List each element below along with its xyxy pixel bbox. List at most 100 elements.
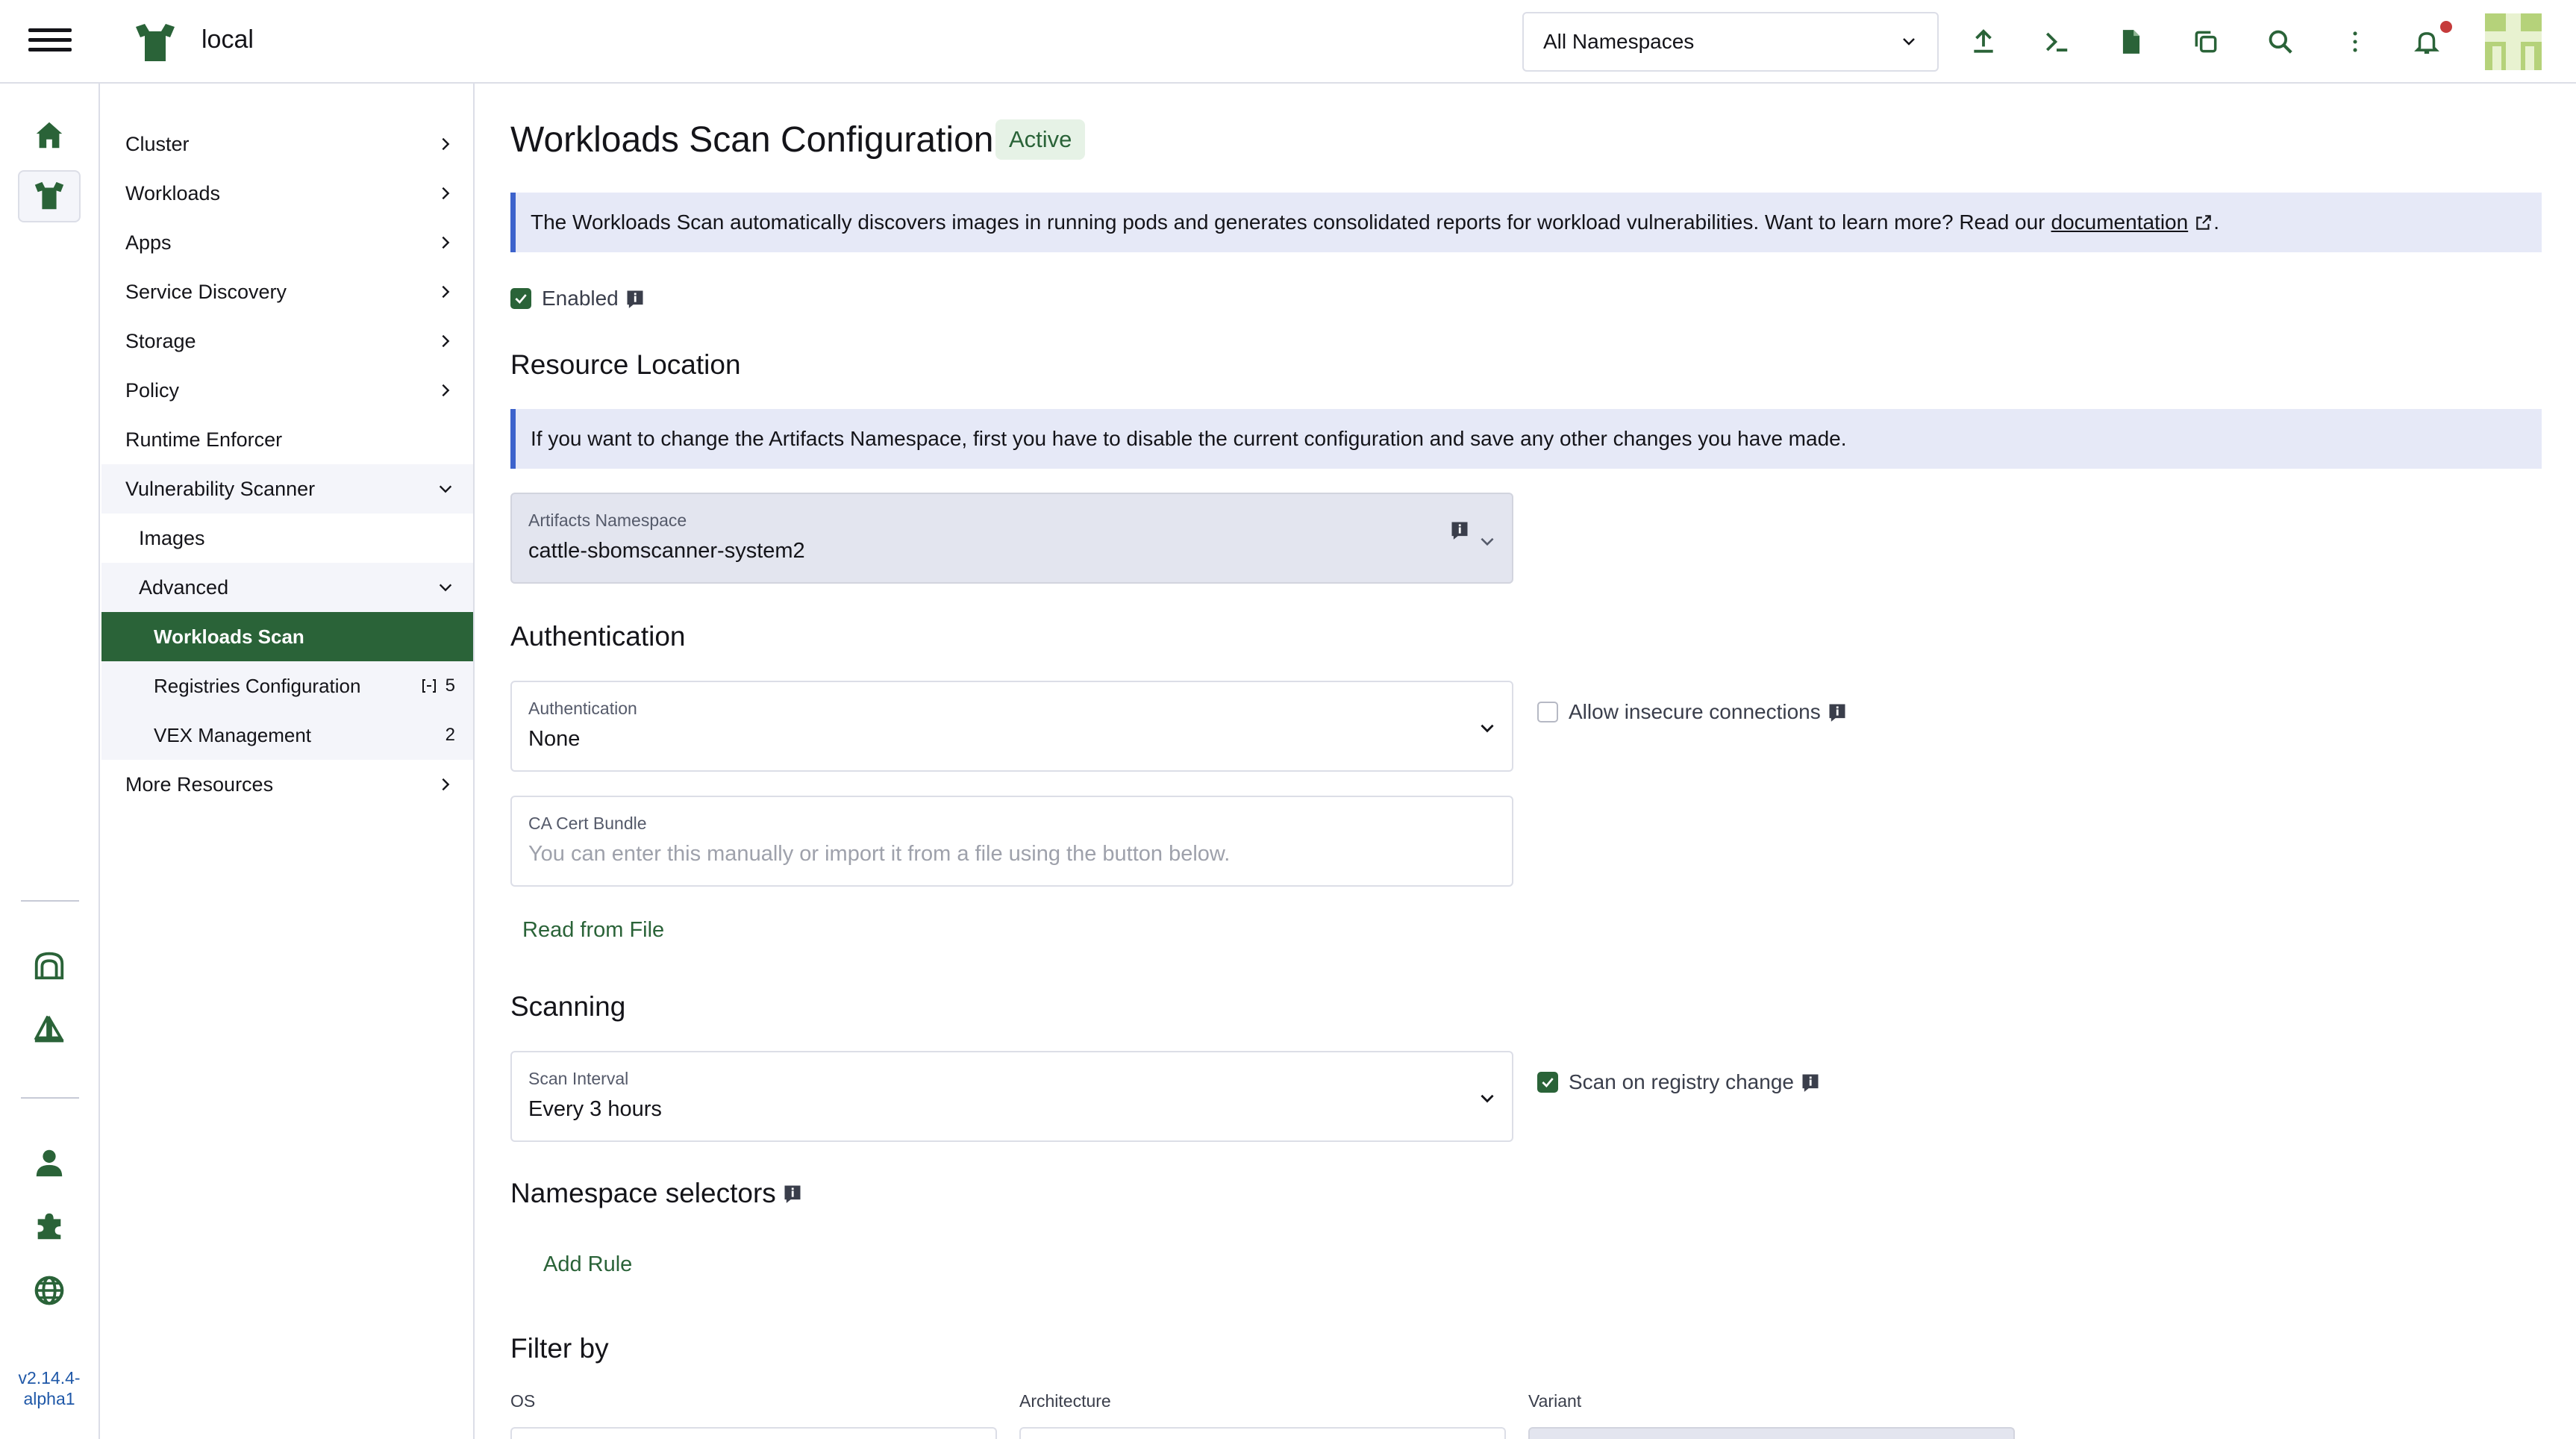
chevron-down-icon	[1481, 724, 1494, 733]
main-content: Workloads Scan Configuration Active The …	[476, 84, 2576, 1439]
insecure-connections-row: Allow insecure connections	[1537, 700, 1848, 724]
os-filter-select[interactable]	[510, 1427, 997, 1439]
artifacts-namespace-select[interactable]: Artifacts Namespace cattle-sbomscanner-s…	[510, 493, 1513, 584]
external-link-icon	[2196, 215, 2211, 230]
authentication-label: Authentication	[528, 699, 637, 718]
chevron-right-icon	[442, 187, 450, 200]
chevron-right-icon	[442, 236, 450, 249]
variant-filter-select[interactable]	[1528, 1427, 2015, 1439]
kubectl-shell-icon[interactable]	[2037, 22, 2076, 61]
sidebar-item-label: Policy	[125, 378, 180, 402]
version-label[interactable]: v2.14.4- alpha1	[0, 1367, 99, 1409]
apps-sailboat-icon[interactable]	[18, 1005, 81, 1057]
cluster-local-icon[interactable]	[18, 170, 81, 222]
scan-on-registry-change-row: Scan on registry change	[1537, 1070, 1821, 1094]
documentation-link[interactable]: documentation	[2051, 210, 2214, 234]
sidebar-item-workloads[interactable]: Workloads	[101, 169, 473, 218]
allow-insecure-label: Allow insecure connections	[1569, 700, 1821, 723]
banner-period: .	[2213, 210, 2219, 234]
os-filter-label: OS	[510, 1391, 536, 1411]
rail-divider	[21, 900, 79, 902]
users-icon[interactable]	[18, 1136, 81, 1188]
chevron-down-icon	[1903, 38, 1915, 46]
info-icon[interactable]	[782, 1183, 803, 1204]
architecture-filter-label: Architecture	[1019, 1391, 1111, 1411]
sidebar-item-images[interactable]: Images	[101, 514, 473, 563]
sidebar-item-label: Vulnerability Scanner	[125, 477, 316, 500]
menu-icon[interactable]	[28, 22, 72, 61]
home-icon[interactable]	[18, 109, 81, 161]
sidebar-item-label: Workloads	[125, 181, 221, 205]
chevron-down-icon	[1481, 537, 1494, 546]
notification-dot	[2440, 21, 2452, 33]
sidebar-item-advanced[interactable]: Advanced	[101, 563, 473, 612]
sidebar-item-label: Cluster	[125, 132, 190, 155]
chevron-down-icon	[1481, 1094, 1494, 1103]
info-icon[interactable]	[1449, 519, 1470, 540]
more-actions-icon[interactable]	[2336, 22, 2375, 61]
ca-cert-bundle-field[interactable]: CA Cert Bundle You can enter this manual…	[510, 796, 1513, 887]
sidebar-item-vex-management[interactable]: VEX Management 2	[101, 711, 473, 760]
copy-kubeconfig-icon[interactable]	[2186, 22, 2225, 61]
extensions-puzzle-icon[interactable]	[18, 1200, 81, 1252]
authentication-select[interactable]: Authentication None	[510, 681, 1513, 772]
enabled-checkbox[interactable]	[510, 288, 531, 309]
sidebar-item-label: Service Discovery	[125, 280, 287, 303]
namespace-filter-select[interactable]: All Namespaces	[1522, 12, 1939, 72]
search-icon[interactable]	[2261, 22, 2300, 61]
cluster-logo-icon	[136, 24, 175, 61]
sidebar-item-service-discovery[interactable]: Service Discovery	[101, 267, 473, 316]
add-rule-button[interactable]: Add Rule	[543, 1252, 632, 1277]
chevron-right-icon	[442, 334, 450, 348]
namespaced-resource-icon	[422, 679, 436, 693]
info-icon[interactable]	[1827, 702, 1848, 722]
app-rail: v2.14.4- alpha1	[0, 84, 100, 1439]
sidebar-item-vulnerability-scanner[interactable]: Vulnerability Scanner	[101, 464, 473, 514]
sidebar-item-runtime-enforcer[interactable]: Runtime Enforcer	[101, 415, 473, 464]
scan-interval-label: Scan Interval	[528, 1069, 629, 1088]
checkmark-icon	[1542, 1078, 1554, 1087]
sidebar-item-label: Workloads Scan	[154, 625, 304, 648]
vex-count: 2	[445, 725, 455, 745]
sidebar-item-apps[interactable]: Apps	[101, 218, 473, 267]
filter-by-title: Filter by	[510, 1333, 609, 1364]
info-banner-text: The Workloads Scan automatically discove…	[531, 210, 2045, 234]
user-avatar[interactable]	[2485, 13, 2542, 70]
checkmark-icon	[515, 294, 527, 304]
sidebar-item-more-resources[interactable]: More Resources	[101, 760, 473, 809]
architecture-filter-select[interactable]	[1019, 1427, 1506, 1439]
chevron-right-icon	[442, 778, 450, 791]
page-title: Workloads Scan Configuration	[510, 120, 994, 160]
avatar-pattern-icon	[2485, 13, 2542, 70]
chevron-down-icon	[439, 485, 452, 493]
namespace-info-banner: If you want to change the Artifacts Name…	[510, 409, 2542, 469]
ca-cert-bundle-placeholder: You can enter this manually or import it…	[528, 842, 1231, 866]
sidebar-item-policy[interactable]: Policy	[101, 366, 473, 415]
sidebar-item-registries-configuration[interactable]: Registries Configuration 5	[101, 661, 473, 711]
scan-on-registry-change-label: Scan on registry change	[1569, 1070, 1794, 1093]
scan-interval-select[interactable]: Scan Interval Every 3 hours	[510, 1051, 1513, 1142]
enabled-checkbox-row: Enabled	[510, 287, 645, 310]
rail-divider	[21, 1097, 79, 1099]
global-settings-globe-icon[interactable]	[18, 1264, 81, 1317]
sidebar-item-label: Apps	[125, 231, 172, 254]
info-icon[interactable]	[1800, 1072, 1821, 1093]
namespace-info-text: If you want to change the Artifacts Name…	[531, 427, 1847, 450]
fleet-icon[interactable]	[18, 939, 81, 991]
chevron-right-icon	[442, 137, 450, 151]
info-icon[interactable]	[625, 288, 645, 309]
import-yaml-icon[interactable]	[1964, 22, 2003, 61]
status-badge: Active	[995, 119, 1086, 160]
sidebar-item-cluster[interactable]: Cluster	[101, 119, 473, 169]
scan-on-registry-change-checkbox[interactable]	[1537, 1072, 1558, 1093]
kubeconfig-file-icon[interactable]	[2112, 22, 2151, 61]
ca-cert-bundle-label: CA Cert Bundle	[528, 814, 647, 833]
registries-count: 5	[420, 675, 455, 696]
sidebar-item-workloads-scan[interactable]: Workloads Scan	[101, 612, 473, 661]
chevron-right-icon	[442, 285, 450, 299]
read-from-file-button[interactable]: Read from File	[522, 918, 664, 943]
sidebar-item-label: More Resources	[125, 772, 274, 796]
allow-insecure-checkbox[interactable]	[1537, 702, 1558, 722]
namespace-filter-value: All Namespaces	[1543, 30, 1695, 53]
sidebar-item-storage[interactable]: Storage	[101, 316, 473, 366]
